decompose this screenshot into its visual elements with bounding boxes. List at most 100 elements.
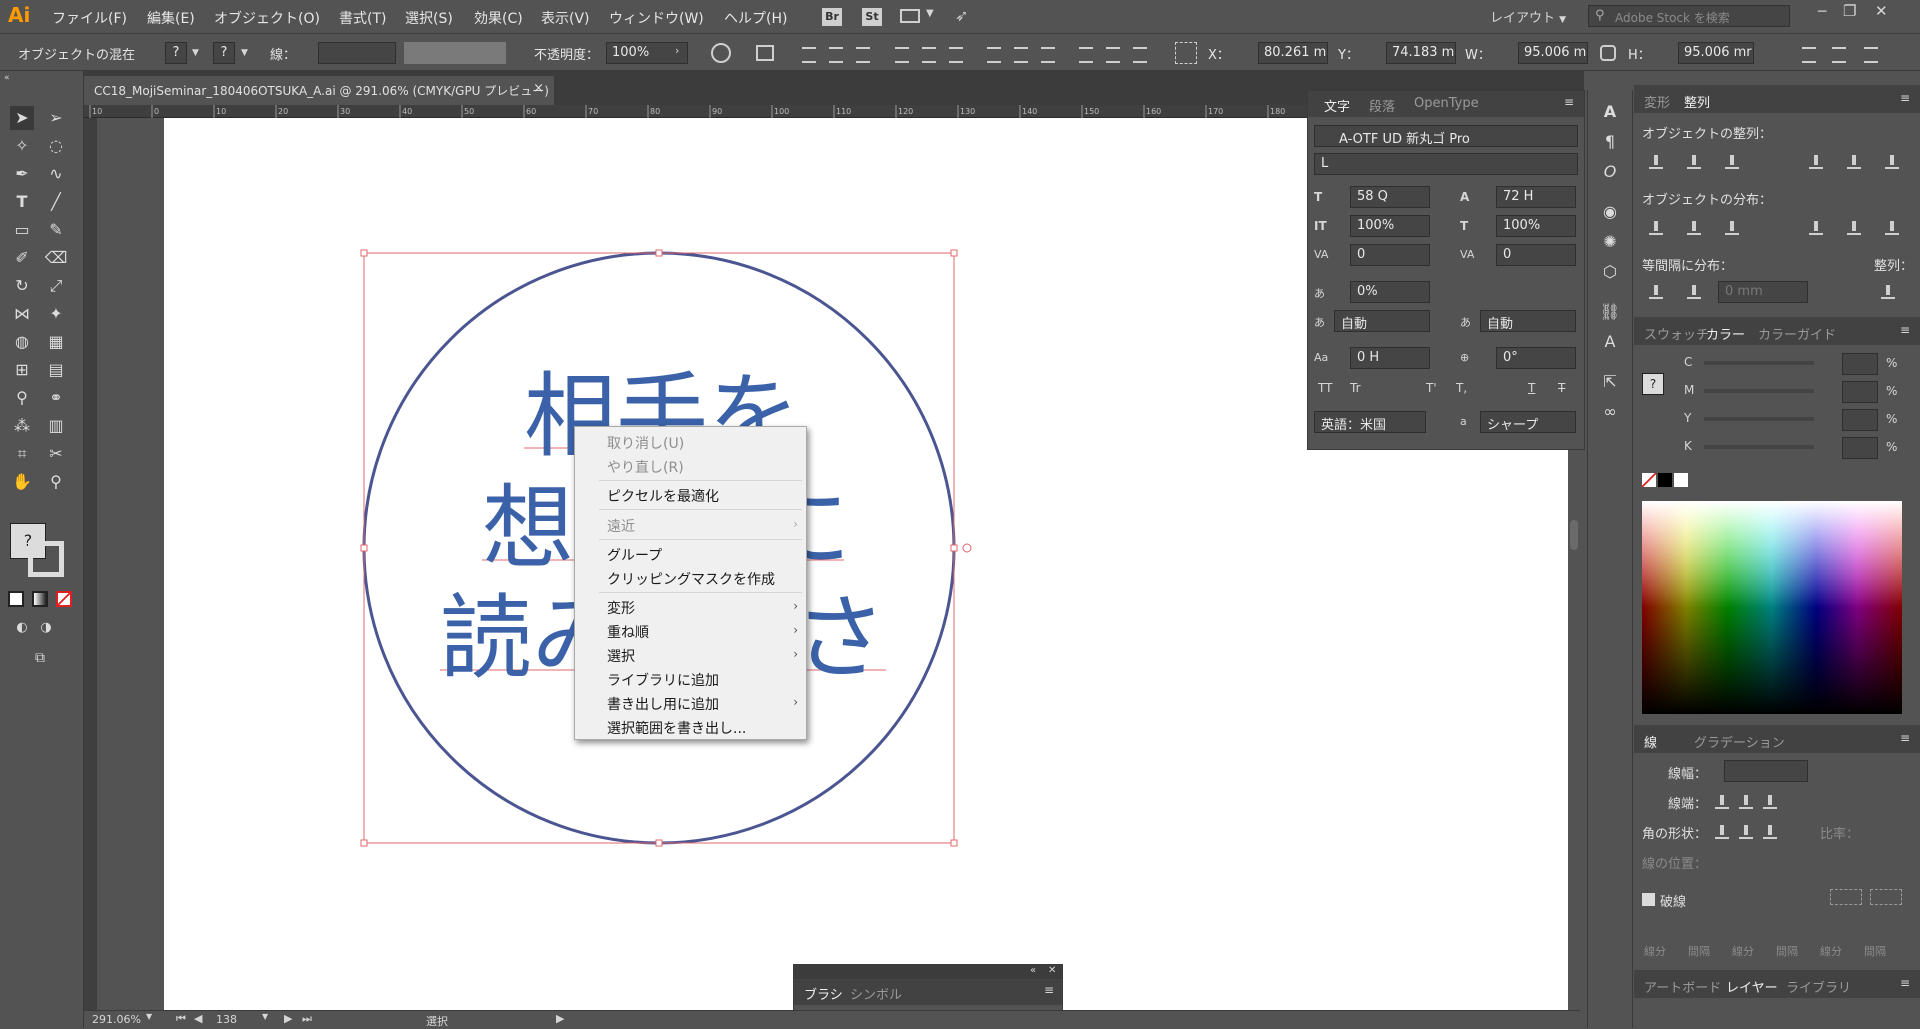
antialias-field[interactable]: シャープ [1480, 411, 1576, 433]
scrollbar-thumb[interactable] [1570, 520, 1578, 550]
y-field[interactable]: 74.183 mr [1386, 42, 1456, 64]
paragraph-panel-icon[interactable]: ¶ [1598, 130, 1622, 154]
distribute-hcenter-icon[interactable] [1844, 217, 1864, 237]
shape-builder-tool-icon[interactable]: ◍ [10, 330, 34, 354]
direct-selection-tool-icon[interactable]: ➢ [44, 106, 68, 130]
panel-close-icon[interactable]: ✕ [1048, 965, 1056, 976]
selection-handle[interactable] [360, 544, 368, 552]
distribute-hcenter-icon[interactable] [1104, 44, 1122, 63]
align-vcenter-icon[interactable] [1844, 151, 1864, 171]
menu-item-redo[interactable]: やり直し(R) [607, 457, 684, 477]
miter-join-icon[interactable] [1712, 821, 1732, 841]
chevron-down-icon[interactable]: ▼ [146, 1012, 152, 1021]
mesh-tool-icon[interactable]: ⊞ [10, 358, 34, 382]
x-field[interactable]: 80.261 mr [1258, 42, 1328, 64]
channel-m-slider[interactable] [1704, 389, 1814, 393]
artwork-text-line3-right[interactable]: さ [794, 585, 886, 692]
close-tab-icon[interactable]: × [533, 81, 544, 96]
align-left-icon[interactable] [1646, 151, 1666, 171]
menu-item-clipping-mask[interactable]: クリッピングマスクを作成 [607, 569, 775, 589]
tools-collapse-icon[interactable]: « [4, 73, 10, 83]
align-bottom-icon[interactable] [1882, 151, 1902, 171]
align-center-icon[interactable] [827, 44, 845, 63]
align-to-selection-icon[interactable] [1878, 281, 1898, 301]
stroke-weight-field[interactable] [1724, 760, 1808, 782]
tab-swatches[interactable]: スウォッチ [1644, 324, 1709, 343]
panel-menu-icon[interactable]: ≡ [1900, 323, 1910, 337]
selection-handle[interactable] [360, 249, 368, 257]
opentype-panel-icon[interactable]: O [1598, 160, 1622, 184]
distribute-left-icon[interactable] [1077, 44, 1095, 63]
channel-y-field[interactable] [1842, 409, 1878, 431]
leading-field[interactable]: 72 H [1496, 186, 1576, 208]
artwork-text-line2-left[interactable]: 想 [482, 475, 574, 582]
spacing-horizontal-icon[interactable] [1684, 281, 1704, 301]
menu-view[interactable]: 表示(V) [541, 8, 590, 28]
link-icon[interactable]: ∞ [1598, 400, 1622, 424]
isolate-icon[interactable] [1830, 44, 1848, 63]
fill-indicator[interactable]: ? [165, 42, 187, 64]
butt-cap-icon[interactable] [1712, 791, 1732, 811]
menu-window[interactable]: ウィンドウ(W) [609, 8, 704, 28]
dash-preserve-icon[interactable] [1830, 889, 1862, 905]
distribute-vcenter-icon[interactable] [1684, 217, 1704, 237]
status-menu-icon[interactable]: ▶ [556, 1012, 564, 1025]
channel-c-slider[interactable] [1704, 361, 1814, 365]
panel-collapse-icon[interactable]: « [1030, 965, 1036, 976]
font-style-field[interactable]: L [1314, 153, 1578, 175]
brush-definition-field[interactable] [404, 42, 506, 64]
artboard-number[interactable]: 138 [216, 1013, 237, 1026]
eraser-tool-icon[interactable]: ⌫ [44, 246, 68, 270]
export-panel-icon[interactable]: ⇱ [1598, 370, 1622, 394]
selection-handle[interactable] [950, 249, 958, 257]
draw-behind-icon[interactable]: ◑ [34, 616, 58, 640]
menu-item-export-selection[interactable]: 選択範囲を書き出し... [607, 718, 746, 738]
hand-tool-icon[interactable]: ✋ [10, 470, 34, 494]
menu-item-transform[interactable]: 変形 [607, 598, 635, 618]
dash-checkbox[interactable] [1642, 893, 1655, 906]
aki-before-field[interactable]: 自動 [1334, 310, 1430, 332]
align-top-icon[interactable] [1806, 151, 1826, 171]
line-tool-icon[interactable]: ╱ [44, 190, 68, 214]
stock-search-input[interactable]: ⚲ Adobe Stock を検索 [1588, 5, 1790, 27]
tsume-field[interactable]: 0% [1350, 281, 1430, 303]
reference-point-icon[interactable] [1175, 42, 1197, 64]
tab-stroke[interactable]: 線 [1644, 732, 1657, 751]
menu-effect[interactable]: 効果(C) [474, 8, 523, 28]
tab-gradient[interactable]: グラデーション [1694, 732, 1785, 751]
white-color-swatch[interactable] [1674, 473, 1688, 487]
spacing-field[interactable]: 0 mm [1718, 281, 1808, 303]
align-right-icon[interactable] [854, 44, 872, 63]
next-artboard-icon[interactable]: ▶ [284, 1012, 292, 1025]
menu-edit[interactable]: 編集(E) [147, 8, 195, 28]
distribute-top-icon[interactable] [985, 44, 1003, 63]
constrain-proportions-icon[interactable] [1600, 45, 1616, 61]
menu-item-add-to-library[interactable]: ライブラリに追加 [607, 670, 719, 690]
menu-file[interactable]: ファイル(F) [52, 8, 127, 28]
gradient-mode[interactable] [32, 591, 48, 607]
horizontal-scrollbar[interactable] [574, 1014, 1574, 1026]
channel-k-slider[interactable] [1704, 445, 1814, 449]
panel-menu-icon[interactable]: ≡ [1900, 731, 1910, 745]
align-hcenter-icon[interactable] [1684, 151, 1704, 171]
tab-libraries[interactable]: ライブラリ [1786, 977, 1851, 996]
menu-item-arrange[interactable]: 重ね順 [607, 622, 649, 642]
bevel-join-icon[interactable] [1760, 821, 1780, 841]
tab-brushes[interactable]: ブラシ [804, 984, 843, 1003]
rotate-handle[interactable] [962, 543, 972, 553]
selection-handle[interactable] [950, 839, 958, 847]
workspace-switcher[interactable]: レイアウト ▼ [1490, 7, 1566, 26]
slice-tool-icon[interactable]: ✂ [44, 442, 68, 466]
stroke-weight-field[interactable] [318, 42, 396, 64]
channel-k-field[interactable] [1842, 437, 1878, 459]
superscript-button[interactable]: T' [1426, 381, 1437, 395]
menu-select[interactable]: 選択(S) [405, 8, 453, 28]
w-field[interactable]: 95.006 mr [1518, 42, 1588, 64]
panel-menu-icon[interactable]: ≡ [1900, 91, 1910, 105]
bridge-button[interactable]: Br [822, 8, 842, 26]
previous-artboard-icon[interactable]: ◀ [194, 1012, 202, 1025]
menu-object[interactable]: オブジェクト(O) [214, 8, 320, 28]
recolor-artwork-icon[interactable] [711, 43, 731, 63]
align-left-icon[interactable] [800, 44, 818, 63]
artboard-tool-icon[interactable]: ⌗ [10, 442, 34, 466]
